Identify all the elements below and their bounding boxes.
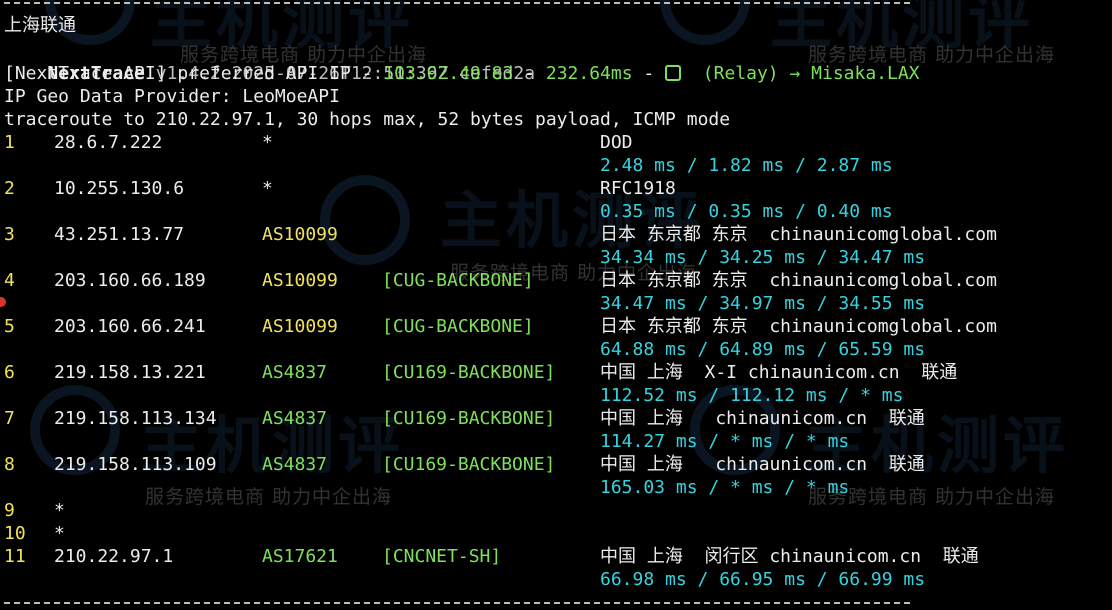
hop-tag: [CU169-BACKBONE] <box>382 408 556 429</box>
hop-asn: AS10099 <box>262 224 338 245</box>
hop-asn: AS4837 <box>262 362 328 383</box>
hop-number: 6 <box>4 362 15 383</box>
hop-ip: 219.158.113.109 <box>54 454 217 475</box>
hop-number: 1 <box>4 132 15 153</box>
hop-rtt: 112.52 ms / 112.12 ms / * ms <box>600 385 904 406</box>
hop-number: 3 <box>4 224 15 245</box>
hop-tag: [CUG-BACKBONE] <box>382 316 534 337</box>
terminal-output[interactable]: 上海联通 NextTrace v1.4.2 2025-07-26T12:51:3… <box>0 0 1112 610</box>
hop-tag: [CUG-BACKBONE] <box>382 270 534 291</box>
hop-geo: 日本 东京都 东京 chinaunicomglobal.com <box>600 270 997 291</box>
hop-number: 5 <box>4 316 15 337</box>
top-separator <box>4 2 910 4</box>
traceroute-line: traceroute to 210.22.97.1, 30 hops max, … <box>4 109 731 130</box>
hop-ip: 203.160.66.189 <box>54 270 206 291</box>
version-line: NextTrace v1.4.2 2025-07-26T12:51:39Z ce… <box>4 39 535 84</box>
hop-number: 7 <box>4 408 15 429</box>
red-marker-dot <box>0 297 6 307</box>
hop-rtt: 165.03 ms / * ms / * ms <box>600 477 850 498</box>
hop-asn: AS4837 <box>262 408 328 429</box>
hop-geo: DOD <box>600 132 633 153</box>
hop-rtt: 2.48 ms / 1.82 ms / 2.87 ms <box>600 155 893 176</box>
hop-geo: 中国 上海 X-I chinaunicom.cn 联通 <box>600 362 958 383</box>
hop-ip: * <box>54 523 65 544</box>
hop-number: 4 <box>4 270 15 291</box>
hop-asn: AS10099 <box>262 270 338 291</box>
api-relay: (Relay) <box>702 63 779 84</box>
hop-asn: AS10099 <box>262 316 338 337</box>
hop-ip: 203.160.66.241 <box>54 316 206 337</box>
geo-provider-line: IP Geo Data Provider: LeoMoeAPI <box>4 86 340 107</box>
hop-ip: 210.22.97.1 <box>54 546 174 567</box>
api-arrow: → <box>778 63 812 84</box>
hop-ip: * <box>54 500 65 521</box>
hop-number: 11 <box>4 546 26 567</box>
hop-geo: 日本 东京都 东京 chinaunicomglobal.com <box>600 316 997 337</box>
hop-rtt: 64.88 ms / 64.89 ms / 65.59 ms <box>600 339 926 360</box>
hop-tag: [CU169-BACKBONE] <box>382 362 556 383</box>
hop-number: 2 <box>4 178 15 199</box>
hop-ip: 219.158.13.221 <box>54 362 206 383</box>
hop-rtt: 66.98 ms / 66.95 ms / 66.99 ms <box>600 569 926 590</box>
hop-rtt: 0.35 ms / 0.35 ms / 0.40 ms <box>600 201 893 222</box>
api-prefix: [NextTrace API] preferred API IP - <box>4 63 384 84</box>
hop-geo: 中国 上海 chinaunicom.cn 联通 <box>600 454 925 475</box>
hop-rtt: 34.47 ms / 34.97 ms / 34.55 ms <box>600 293 926 314</box>
hop-asn: AS4837 <box>262 454 328 475</box>
hop-geo: 中国 上海 闵行区 chinaunicom.cn 联通 <box>600 546 979 567</box>
hop-rtt: 34.34 ms / 34.25 ms / 34.47 ms <box>600 247 926 268</box>
isp-title: 上海联通 <box>4 15 76 36</box>
hop-number: 10 <box>4 523 26 544</box>
relay-icon <box>665 64 682 81</box>
hop-number: 9 <box>4 500 15 521</box>
api-line: [NextTrace API] preferred API IP - 103.6… <box>4 62 920 85</box>
hop-tag: [CU169-BACKBONE] <box>382 454 556 475</box>
hop-asn: * <box>262 132 273 153</box>
hop-geo: RFC1918 <box>600 178 676 199</box>
api-latency: 232.64ms <box>545 63 633 84</box>
hop-ip: 10.255.130.6 <box>54 178 185 199</box>
hop-ip: 219.158.113.134 <box>54 408 217 429</box>
hop-geo: 日本 东京都 东京 chinaunicomglobal.com <box>600 224 997 245</box>
hop-rtt: 114.27 ms / * ms / * ms <box>600 431 850 452</box>
api-dash-2: - <box>632 63 666 84</box>
api-ip: 103.62.49.83 <box>383 63 514 84</box>
bottom-separator <box>4 602 910 604</box>
hop-asn: AS17621 <box>262 546 338 567</box>
hop-number: 8 <box>4 454 15 475</box>
api-node: Misaka.LAX <box>811 63 920 84</box>
hop-tag: [CNCNET-SH] <box>382 546 502 567</box>
hop-ip: 28.6.7.222 <box>54 132 163 153</box>
api-dash-1: - <box>513 63 546 84</box>
hop-asn: * <box>262 178 273 199</box>
hop-ip: 43.251.13.77 <box>54 224 185 245</box>
hop-geo: 中国 上海 chinaunicom.cn 联通 <box>600 408 925 429</box>
